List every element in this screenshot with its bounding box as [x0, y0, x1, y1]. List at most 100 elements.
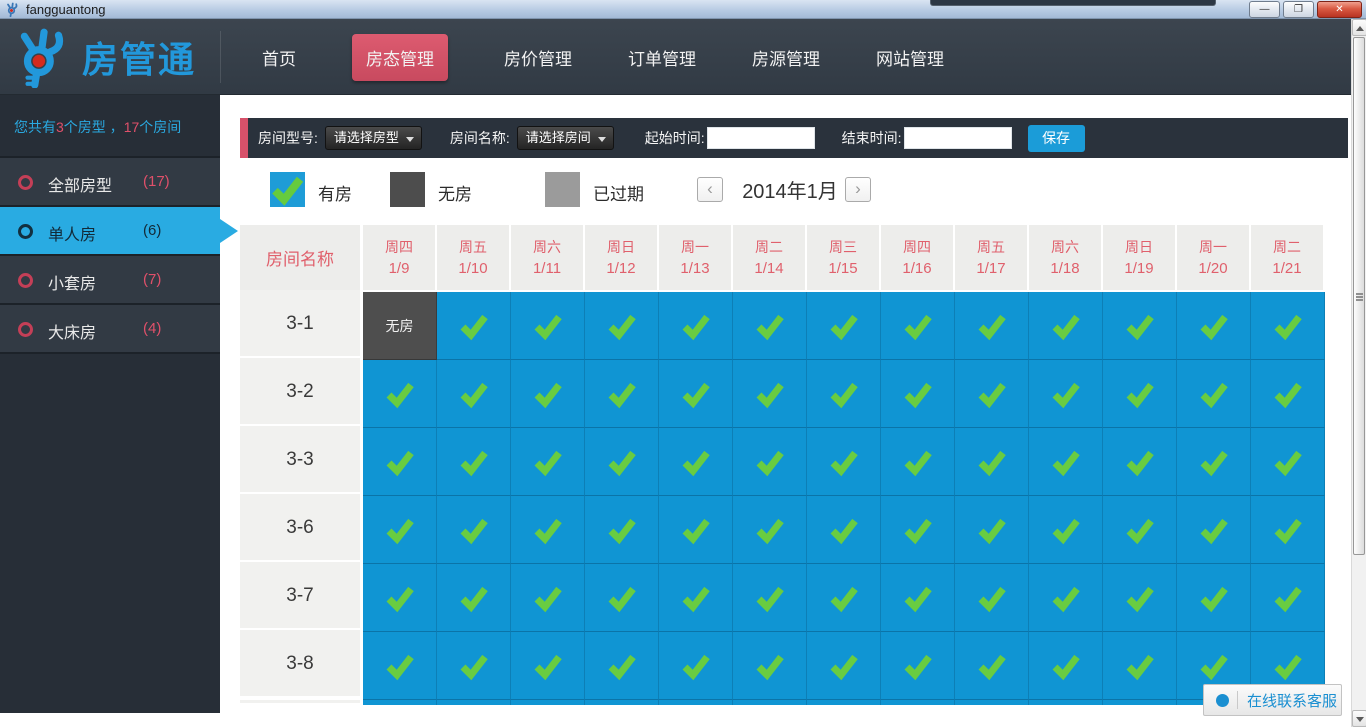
room-status-cell[interactable]: [1029, 360, 1103, 428]
nav-item[interactable]: 网站管理: [876, 45, 944, 70]
room-status-cell[interactable]: [955, 360, 1029, 428]
room-status-cell[interactable]: [659, 428, 733, 496]
room-status-cell[interactable]: [585, 360, 659, 428]
room-status-cell[interactable]: [437, 360, 511, 428]
room-status-cell[interactable]: [807, 564, 881, 632]
sidebar-item[interactable]: 小套房 (7): [0, 256, 220, 305]
room-status-cell[interactable]: [363, 632, 437, 700]
room-status-cell[interactable]: [1029, 496, 1103, 564]
room-type-select[interactable]: 请选择房型: [324, 126, 422, 150]
scrollbar-thumb[interactable]: [1353, 37, 1365, 555]
room-status-cell[interactable]: [1251, 564, 1325, 632]
room-status-cell[interactable]: [881, 564, 955, 632]
room-status-cell[interactable]: [1029, 564, 1103, 632]
room-status-cell[interactable]: [733, 428, 807, 496]
room-status-cell[interactable]: [1103, 428, 1177, 496]
prev-month-button[interactable]: ‹: [697, 177, 723, 202]
room-status-cell[interactable]: [1103, 632, 1177, 700]
room-status-cell[interactable]: [881, 292, 955, 360]
room-status-cell[interactable]: [363, 428, 437, 496]
room-status-cell[interactable]: [511, 292, 585, 360]
room-status-cell[interactable]: [1177, 428, 1251, 496]
room-status-cell[interactable]: [585, 428, 659, 496]
nav-item[interactable]: 订单管理: [628, 45, 696, 70]
room-status-cell[interactable]: [585, 292, 659, 360]
room-status-cell[interactable]: [1177, 564, 1251, 632]
vertical-scrollbar[interactable]: [1351, 19, 1366, 727]
room-status-cell[interactable]: [733, 292, 807, 360]
room-status-cell[interactable]: [1177, 496, 1251, 564]
close-button[interactable]: ✕: [1317, 1, 1362, 18]
scroll-down-button[interactable]: [1352, 710, 1366, 727]
room-status-cell[interactable]: [585, 632, 659, 700]
room-status-cell[interactable]: [955, 496, 1029, 564]
room-status-cell[interactable]: [1029, 428, 1103, 496]
room-status-cell[interactable]: [437, 632, 511, 700]
room-status-cell[interactable]: [437, 428, 511, 496]
room-status-cell[interactable]: [511, 428, 585, 496]
room-status-cell[interactable]: [585, 496, 659, 564]
minimize-button[interactable]: —: [1249, 1, 1280, 18]
room-status-cell[interactable]: [659, 564, 733, 632]
room-status-cell[interactable]: [1177, 292, 1251, 360]
room-status-cell[interactable]: [1103, 292, 1177, 360]
room-status-cell[interactable]: [659, 292, 733, 360]
room-status-cell[interactable]: [733, 496, 807, 564]
room-status-cell[interactable]: [659, 496, 733, 564]
room-status-cell[interactable]: [437, 292, 511, 360]
room-status-cell[interactable]: [1251, 360, 1325, 428]
room-status-cell[interactable]: [1251, 428, 1325, 496]
room-status-cell[interactable]: [881, 496, 955, 564]
restore-button[interactable]: ❐: [1283, 1, 1314, 18]
room-status-cell[interactable]: [659, 360, 733, 428]
room-status-cell[interactable]: [1103, 360, 1177, 428]
nav-item[interactable]: 首页: [262, 45, 296, 70]
nav-item[interactable]: 房源管理: [752, 45, 820, 70]
sidebar-item[interactable]: 全部房型 (17): [0, 158, 220, 207]
room-status-cell[interactable]: [1103, 496, 1177, 564]
room-status-cell[interactable]: [437, 496, 511, 564]
room-status-cell[interactable]: [659, 632, 733, 700]
room-status-cell[interactable]: [881, 428, 955, 496]
room-status-cell[interactable]: [807, 428, 881, 496]
room-status-cell[interactable]: [437, 564, 511, 632]
room-status-cell[interactable]: [511, 360, 585, 428]
room-status-cell[interactable]: [955, 564, 1029, 632]
room-status-cell[interactable]: [807, 360, 881, 428]
room-status-cell[interactable]: [881, 632, 955, 700]
room-status-cell[interactable]: [585, 564, 659, 632]
end-time-input[interactable]: [903, 127, 1012, 149]
nav-item[interactable]: 房价管理: [504, 45, 572, 70]
room-status-cell[interactable]: [1029, 292, 1103, 360]
room-status-cell[interactable]: [733, 360, 807, 428]
room-status-cell[interactable]: [1103, 564, 1177, 632]
room-status-cell[interactable]: [807, 496, 881, 564]
online-service-button[interactable]: 在线联系客服: [1203, 684, 1342, 716]
room-status-cell[interactable]: [1177, 360, 1251, 428]
nav-item-active[interactable]: 房态管理: [352, 33, 448, 81]
start-time-input[interactable]: [706, 127, 815, 149]
room-status-cell[interactable]: [1029, 632, 1103, 700]
room-status-cell[interactable]: [733, 632, 807, 700]
scroll-up-button[interactable]: [1352, 19, 1366, 36]
room-status-cell[interactable]: [1251, 292, 1325, 360]
next-month-button[interactable]: ›: [845, 177, 871, 202]
room-status-cell[interactable]: [955, 632, 1029, 700]
room-status-cell[interactable]: [511, 632, 585, 700]
room-status-cell[interactable]: [807, 632, 881, 700]
no-room-cell[interactable]: 无房: [363, 292, 437, 360]
room-status-cell[interactable]: [807, 292, 881, 360]
room-status-cell[interactable]: [955, 292, 1029, 360]
room-status-cell[interactable]: [1251, 496, 1325, 564]
room-status-cell[interactable]: [363, 496, 437, 564]
room-name-select[interactable]: 请选择房间: [516, 126, 614, 150]
room-status-cell[interactable]: [733, 564, 807, 632]
room-status-cell[interactable]: [955, 428, 1029, 496]
room-status-cell[interactable]: [881, 360, 955, 428]
room-status-cell[interactable]: [511, 496, 585, 564]
room-status-cell[interactable]: [363, 564, 437, 632]
room-status-cell[interactable]: [363, 360, 437, 428]
sidebar-item-selected[interactable]: 单人房 (6): [0, 207, 238, 256]
room-status-cell[interactable]: [511, 564, 585, 632]
save-button[interactable]: 保存: [1027, 124, 1085, 152]
